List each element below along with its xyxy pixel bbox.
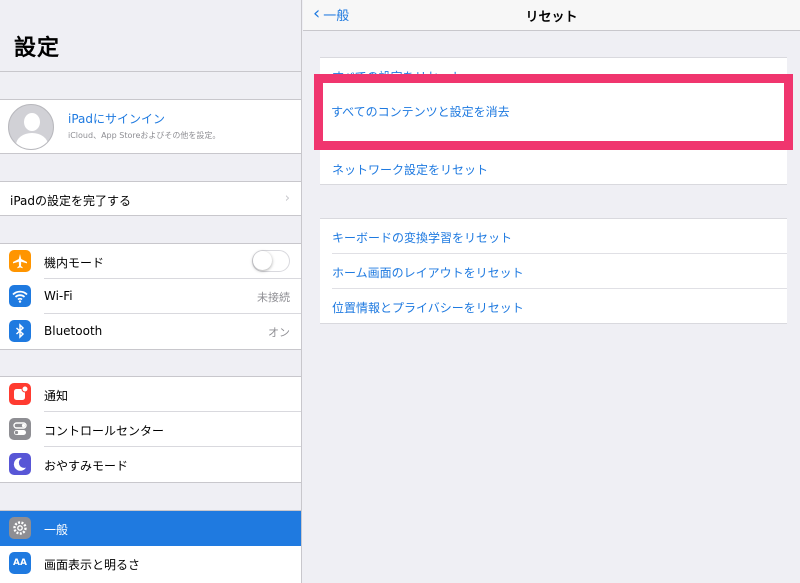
- gear-icon: [9, 517, 31, 539]
- main-panel: ‹ 一般 リセット すべての設定をリセット ネットワーク設定をリセット すべての…: [303, 0, 800, 583]
- sidebar-item-display-brightness[interactable]: AA 画面表示と明るさ: [0, 546, 301, 581]
- bluetooth-status: オン: [268, 326, 290, 339]
- erase-all-content-label: すべてのコンテンツと設定を消去: [331, 105, 510, 119]
- airplane-mode-toggle[interactable]: [252, 250, 290, 272]
- system-group: 通知 コントロールセンター おやすみモード: [0, 376, 301, 483]
- reset-group-secondary: キーボードの変換学習をリセット ホーム画面のレイアウトをリセット 位置情報とプラ…: [320, 218, 787, 324]
- airplane-icon: [9, 250, 31, 272]
- sidebar-item-label: Bluetooth: [44, 324, 103, 338]
- chevron-right-icon: ›: [284, 191, 290, 206]
- general-group: 一般 AA 画面表示と明るさ: [0, 510, 301, 583]
- reset-network-settings-label: ネットワーク設定をリセット: [332, 163, 489, 177]
- sidebar-item-notifications[interactable]: 通知: [0, 377, 301, 412]
- reset-keyboard-dictionary-button[interactable]: キーボードの変換学習をリセット: [320, 219, 787, 254]
- signin-row[interactable]: iPadにサインイン iCloud、App Storeおよびその他を設定。: [0, 99, 301, 154]
- moon-icon: [9, 453, 31, 475]
- wifi-status: 未接続: [257, 291, 290, 304]
- sidebar-item-label: おやすみモード: [44, 459, 129, 473]
- divider: [0, 71, 301, 72]
- sidebar-item-wifi[interactable]: Wi-Fi 未接続: [0, 279, 301, 314]
- reset-network-settings-button[interactable]: ネットワーク設定をリセット: [320, 151, 787, 186]
- reset-home-screen-layout-button[interactable]: ホーム画面のレイアウトをリセット: [320, 254, 787, 289]
- reset-keyboard-dictionary-label: キーボードの変換学習をリセット: [332, 231, 513, 245]
- page-title: リセット: [525, 10, 578, 25]
- display-icon: AA: [9, 552, 31, 574]
- signin-label: iPadにサインイン: [68, 112, 166, 126]
- sidebar-item-do-not-disturb[interactable]: おやすみモード: [0, 447, 301, 482]
- sidebar-item-general[interactable]: 一般: [0, 511, 301, 546]
- sidebar-item-label: Wi-Fi: [44, 289, 73, 303]
- connectivity-group: 機内モード Wi-Fi 未接続 Bluetooth オン: [0, 243, 301, 350]
- reset-location-privacy-label: 位置情報とプライバシーをリセット: [332, 301, 524, 315]
- sidebar-item-label: 通知: [44, 389, 69, 403]
- notifications-icon: [9, 383, 31, 405]
- sidebar-item-bluetooth[interactable]: Bluetooth オン: [0, 314, 301, 349]
- avatar-icon: [8, 104, 54, 150]
- finish-setup-label: iPadの設定を完了する: [10, 194, 132, 208]
- sidebar-item-label: 一般: [44, 523, 69, 537]
- sidebar-title: 設定: [14, 36, 61, 61]
- control-center-icon: [9, 418, 31, 440]
- navigation-bar: ‹ 一般 リセット: [303, 0, 800, 31]
- sidebar-item-airplane-mode[interactable]: 機内モード: [0, 244, 301, 279]
- reset-location-privacy-button[interactable]: 位置情報とプライバシーをリセット: [320, 289, 787, 324]
- reset-home-screen-layout-label: ホーム画面のレイアウトをリセット: [332, 266, 524, 280]
- sidebar-item-label: コントロールセンター: [44, 424, 165, 438]
- wifi-icon: [9, 285, 31, 307]
- sidebar-item-control-center[interactable]: コントロールセンター: [0, 412, 301, 447]
- signin-subtitle: iCloud、App Storeおよびその他を設定。: [68, 131, 221, 140]
- sidebar-item-label: 画面表示と明るさ: [44, 558, 141, 572]
- erase-all-content-button[interactable]: すべてのコンテンツと設定を消去: [323, 83, 784, 141]
- bluetooth-icon: [9, 320, 31, 342]
- sidebar: 設定 iPadにサインイン iCloud、App Storeおよびその他を設定。…: [0, 0, 302, 583]
- sidebar-item-label: 機内モード: [44, 256, 105, 270]
- finish-setup-row[interactable]: iPadの設定を完了する ›: [0, 181, 301, 216]
